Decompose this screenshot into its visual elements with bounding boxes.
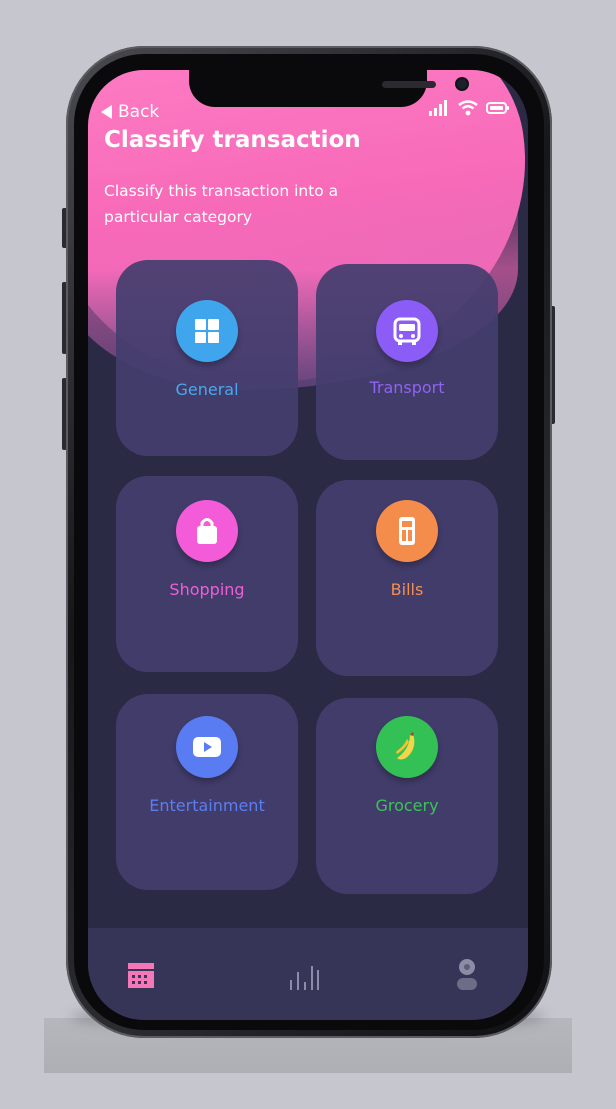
nav-calendar[interactable] [124, 958, 158, 992]
speaker-grille [382, 81, 436, 88]
category-card-grocery[interactable]: Grocery [316, 698, 498, 894]
calendar-icon [128, 963, 154, 988]
page-subtitle: Classify this transaction into a particu… [104, 182, 339, 226]
category-label: Bills [390, 580, 424, 599]
category-label: Shopping [169, 580, 245, 599]
app-screen: Back Classify transaction Classify this … [88, 70, 528, 1020]
category-label: Transport [369, 378, 445, 397]
cellular-signal-icon [429, 100, 447, 116]
category-card-shopping[interactable]: Shopping [116, 476, 298, 672]
nav-stats[interactable] [286, 958, 322, 992]
category-card-transport[interactable]: Transport [316, 264, 498, 460]
profile-icon [457, 959, 477, 990]
banana-icon [376, 716, 438, 778]
wifi-icon [458, 100, 478, 116]
category-card-entertainment[interactable]: Entertainment [116, 694, 298, 890]
category-label: Grocery [375, 796, 439, 815]
notch [189, 70, 467, 107]
grid-icon [176, 300, 238, 362]
nav-profile[interactable] [450, 958, 484, 992]
back-arrow-icon [101, 105, 112, 119]
play-video-icon [176, 716, 238, 778]
stats-icon [290, 966, 319, 990]
front-camera [457, 79, 467, 89]
back-label: Back [118, 102, 160, 122]
page-title: Classify transaction [104, 127, 361, 153]
shopping-bag-icon [176, 500, 238, 562]
category-label: General [175, 380, 239, 399]
category-card-bills[interactable]: Bills [316, 480, 498, 676]
bus-icon [376, 300, 438, 362]
category-label: Entertainment [149, 796, 265, 815]
category-card-general[interactable]: General [116, 260, 298, 456]
status-bar [428, 100, 510, 116]
back-button[interactable]: Back [101, 102, 159, 122]
battery-icon [486, 102, 509, 114]
receipt-icon [376, 500, 438, 562]
